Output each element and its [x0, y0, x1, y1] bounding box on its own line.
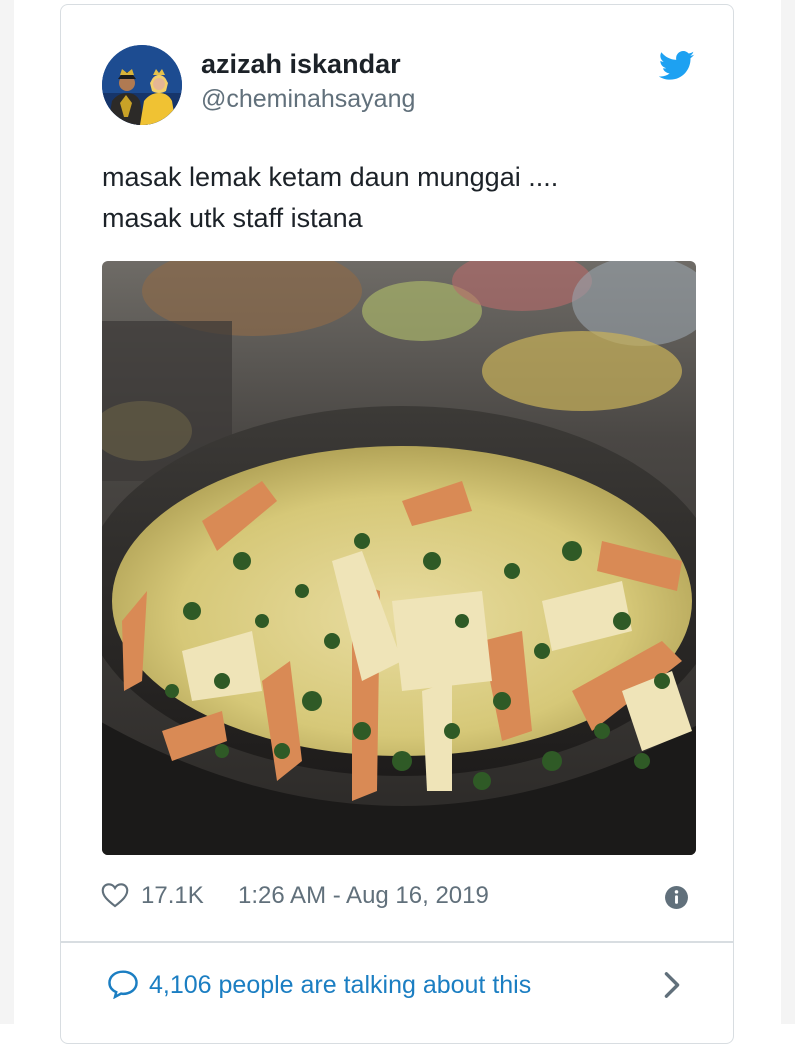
- chevron-right-icon[interactable]: [663, 971, 681, 999]
- tweet-text: masak lemak ketam daun munggai .... masa…: [102, 157, 702, 239]
- tweet-meta: 17.1K 1:26 AM - Aug 16, 2019: [101, 879, 695, 913]
- author-handle[interactable]: @cheminahsayang: [201, 85, 415, 114]
- crab-curry-photo: [102, 261, 696, 855]
- tweet-card[interactable]: azizah iskandar @cheminahsayang masak le…: [60, 4, 734, 1044]
- twitter-bird-icon[interactable]: [659, 50, 695, 82]
- heart-icon[interactable]: [101, 882, 129, 908]
- tweet-photo[interactable]: [102, 261, 696, 855]
- conversation-count-label[interactable]: 4,106 people are talking about this: [149, 971, 531, 1000]
- page-gutter-right: [781, 0, 795, 1024]
- conversation-link[interactable]: 4,106 people are talking about this: [107, 965, 687, 1005]
- tweet-text-line-2: masak utk staff istana: [102, 203, 363, 233]
- card-divider: [61, 941, 733, 943]
- like-count[interactable]: 17.1K: [141, 882, 204, 910]
- speech-bubble-icon: [108, 970, 138, 999]
- info-icon[interactable]: [664, 885, 689, 910]
- profile-avatar[interactable]: [102, 45, 182, 125]
- avatar-image: [102, 45, 182, 125]
- page-gutter-left: [0, 0, 14, 1024]
- author-display-name[interactable]: azizah iskandar: [201, 49, 401, 80]
- tweet-text-line-1: masak lemak ketam daun munggai ....: [102, 162, 559, 192]
- tweet-timestamp[interactable]: 1:26 AM - Aug 16, 2019: [238, 882, 489, 910]
